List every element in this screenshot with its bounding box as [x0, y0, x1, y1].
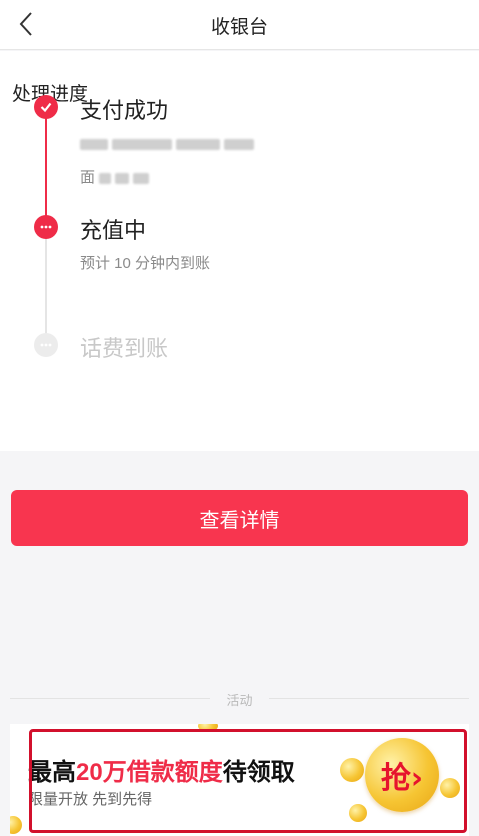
check-icon: [34, 95, 58, 119]
page-title: 收银台: [210, 17, 268, 38]
pending-dots-icon: [34, 333, 58, 357]
step-label-payment-success: 支付成功: [80, 98, 169, 123]
divider-rule-right: [269, 698, 469, 699]
activity-divider: 活动: [10, 688, 469, 708]
navigation-bar: 收银台: [0, 0, 479, 50]
coin-icon: [10, 816, 22, 834]
timeline-line-pending: [45, 222, 47, 340]
timeline-line-complete: [45, 107, 47, 222]
step-label-recharging: 充值中: [80, 218, 147, 243]
progress-card: 处理进度: [0, 51, 479, 451]
step-label-credited: 话费到账: [80, 336, 169, 361]
activity-label: 活动: [226, 693, 253, 708]
step-detail-redacted: [80, 135, 258, 152]
step-detail-denomination: 面: [80, 166, 153, 187]
promo-highlight-frame: [29, 729, 467, 833]
step-detail-prefix: 面: [80, 169, 96, 186]
view-details-button[interactable]: 查看详情: [11, 490, 468, 546]
more-dots-icon: [34, 215, 58, 239]
step-detail-eta: 预计 10 分钟内到账: [80, 255, 211, 272]
